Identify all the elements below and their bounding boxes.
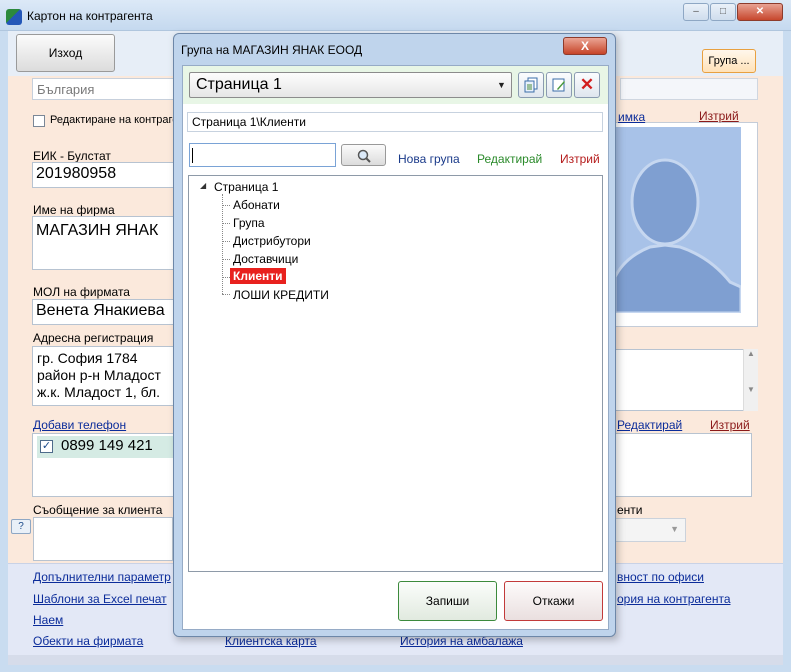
mol-field[interactable]: Венета Янакиева bbox=[32, 299, 177, 325]
excel-templates-link[interactable]: Шаблони за Excel печат bbox=[33, 592, 167, 606]
group-path-field[interactable]: Страница 1\Клиенти bbox=[187, 112, 603, 132]
page-delete-button[interactable]: ✕ bbox=[574, 72, 600, 98]
phone-delete-link[interactable]: Изтрий bbox=[710, 418, 750, 432]
help-button[interactable]: ? bbox=[11, 519, 31, 534]
maximize-button[interactable]: □ bbox=[710, 3, 736, 21]
page-select[interactable]: Страница 1 bbox=[189, 72, 512, 98]
dialog-close-button[interactable]: X bbox=[563, 37, 607, 55]
address-line-1: гр. София 1784 bbox=[37, 350, 138, 366]
person-silhouette-icon bbox=[615, 127, 741, 313]
photo-link[interactable]: имка bbox=[618, 110, 645, 124]
chevron-down-icon: ▼ bbox=[670, 524, 679, 534]
tree-item-loshi-krediti[interactable]: ЛОШИ КРЕДИТИ bbox=[233, 288, 329, 302]
save-button[interactable]: Запиши bbox=[398, 581, 497, 621]
edit-group-button[interactable]: Редактирай bbox=[477, 152, 542, 166]
eik-label: ЕИК - Булстат bbox=[33, 149, 111, 163]
additional-params-link[interactable]: Допълнителни параметр bbox=[33, 570, 171, 584]
phone-number: 0899 149 421 bbox=[61, 437, 153, 454]
group-tree[interactable]: ◢ Страница 1 Абонати Група Дистрибутори … bbox=[188, 175, 603, 572]
page-add-button[interactable] bbox=[518, 72, 544, 98]
tree-item-grupa[interactable]: Група bbox=[233, 216, 265, 230]
photo-delete-link[interactable]: Изтрий bbox=[699, 109, 739, 123]
pages-icon bbox=[524, 77, 538, 93]
tree-item-klienti-selected[interactable]: Клиенти bbox=[230, 268, 286, 284]
tree-root[interactable]: Страница 1 bbox=[214, 180, 278, 194]
address-field-right[interactable] bbox=[611, 349, 744, 411]
tree-connector bbox=[222, 259, 230, 260]
address-line-3: ж.к. Младост 1, бл. bbox=[37, 384, 161, 400]
right-combo-label: енти bbox=[617, 503, 643, 517]
search-button[interactable] bbox=[341, 144, 386, 166]
right-combo[interactable]: ▼ bbox=[612, 518, 686, 542]
tree-connector bbox=[222, 277, 230, 278]
address-scrollbar[interactable]: ▲ ▼ bbox=[743, 349, 758, 411]
search-icon bbox=[357, 149, 371, 163]
chevron-down-icon: ▼ bbox=[497, 80, 506, 90]
message-label: Съобщение за клиента bbox=[33, 503, 163, 517]
avatar bbox=[615, 127, 741, 313]
tree-connector bbox=[222, 241, 230, 242]
app-icon bbox=[6, 9, 22, 25]
delete-group-button[interactable]: Изтрий bbox=[560, 152, 600, 166]
edit-icon bbox=[552, 78, 565, 92]
cancel-button[interactable]: Откажи bbox=[504, 581, 603, 621]
contragent-history-link[interactable]: ория на контрагента bbox=[617, 592, 731, 606]
mol-label: МОЛ на фирмата bbox=[33, 285, 130, 299]
rent-link[interactable]: Наем bbox=[33, 613, 63, 627]
tree-expand-icon[interactable]: ◢ bbox=[200, 181, 206, 190]
status-strip bbox=[8, 655, 783, 665]
tree-item-dostavchici[interactable]: Доставчици bbox=[233, 252, 298, 266]
offices-activity-link[interactable]: вност по офиси bbox=[617, 570, 704, 584]
edit-contragent-label: Редактиране на контраге bbox=[50, 114, 179, 126]
new-group-button[interactable]: Нова група bbox=[398, 152, 460, 166]
group-button[interactable]: Група ... bbox=[702, 49, 756, 73]
phone-edit-link[interactable]: Редактирай bbox=[617, 418, 682, 432]
tree-item-distributori[interactable]: Дистрибутори bbox=[233, 234, 311, 248]
address-line-2: район р-н Младост bbox=[37, 367, 161, 383]
delete-x-icon: ✕ bbox=[579, 75, 595, 94]
page-edit-button[interactable] bbox=[546, 72, 572, 98]
tree-connector bbox=[222, 294, 230, 295]
company-name-field[interactable]: МАГАЗИН ЯНАК bbox=[32, 216, 177, 270]
add-phone-link[interactable]: Добави телефон bbox=[33, 418, 126, 432]
tree-connector bbox=[222, 194, 223, 294]
exit-button[interactable]: Изход bbox=[16, 34, 115, 72]
edit-contragent-checkbox[interactable] bbox=[33, 115, 45, 127]
text-cursor bbox=[192, 148, 193, 163]
close-button[interactable]: ✕ bbox=[737, 3, 783, 21]
tree-connector bbox=[222, 205, 230, 206]
address-label: Адресна регистрация bbox=[33, 331, 154, 345]
company-name-label: Име на фирма bbox=[33, 203, 115, 217]
eik-field[interactable]: 201980958 bbox=[32, 162, 177, 188]
tree-connector bbox=[222, 223, 230, 224]
tree-item-abonati[interactable]: Абонати bbox=[233, 198, 280, 212]
minimize-button[interactable]: – bbox=[683, 3, 709, 21]
right-top-field[interactable] bbox=[620, 78, 758, 100]
search-input[interactable] bbox=[189, 143, 336, 167]
objects-link[interactable]: Обекти на фирмата bbox=[33, 634, 143, 648]
main-window-title: Картон на контрагента bbox=[27, 9, 153, 23]
phone-checkbox[interactable]: ✓ bbox=[40, 440, 53, 453]
dialog-title: Група на МАГАЗИН ЯНАК ЕООД bbox=[181, 43, 363, 57]
message-field[interactable] bbox=[33, 517, 173, 561]
